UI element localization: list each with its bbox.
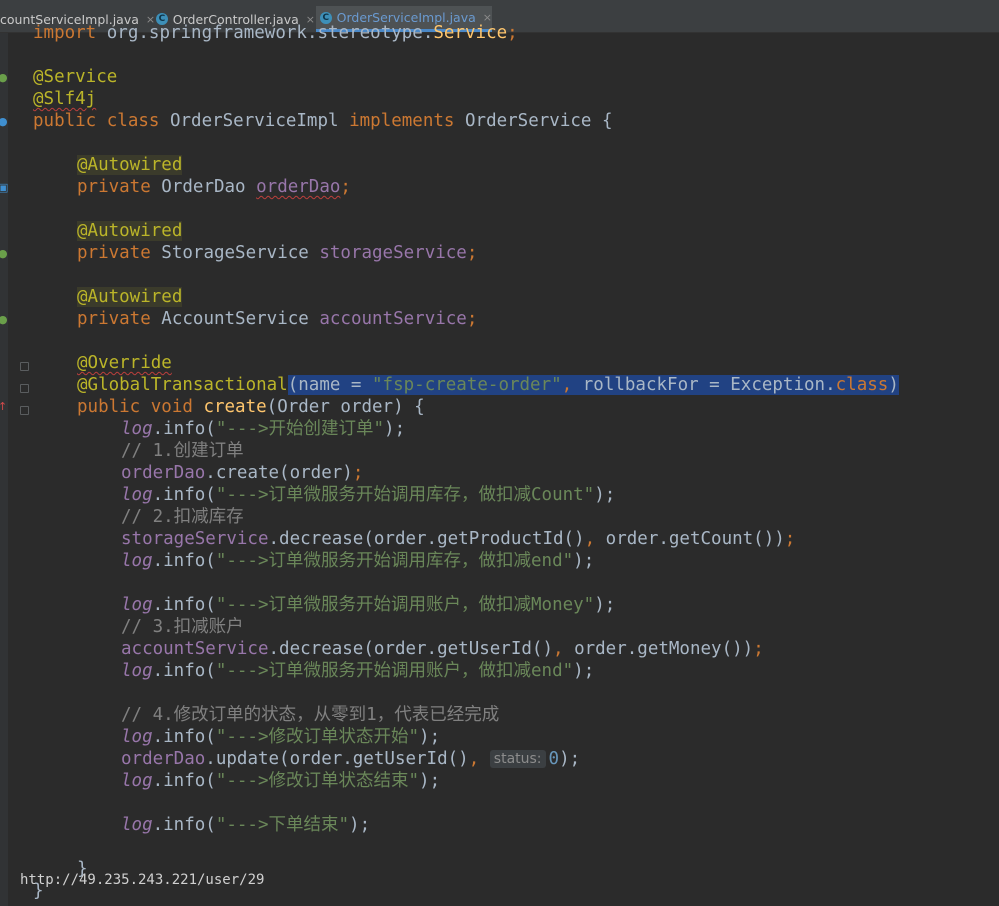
code-line: @Autowired — [77, 287, 183, 307]
code-line: log.info("--->订单微服务开始调用库存，做扣减Count"); — [121, 485, 616, 505]
code-line: private OrderDao orderDao; — [77, 177, 351, 197]
code-line: @Slf4j — [33, 89, 97, 109]
code-line: import org.springframework.stereotype.Se… — [33, 23, 518, 43]
code-line: log.info("--->开始创建订单"); — [121, 419, 406, 439]
fold-marker-icon[interactable] — [20, 406, 29, 415]
code-line-selected: @GlobalTransactional(name = "fsp-create-… — [77, 375, 899, 395]
parameter-hint: status: — [489, 750, 546, 768]
code-line: @Autowired — [77, 155, 183, 175]
code-line: orderDao.create(order); — [121, 463, 364, 483]
code-line: log.info("--->修改订单状态结束"); — [121, 771, 441, 791]
code-comment: // 2.扣减库存 — [121, 507, 244, 527]
code-line: log.info("--->下单结束"); — [121, 815, 371, 835]
implemented-icon[interactable]: ● — [0, 116, 8, 128]
code-line: @Override — [77, 353, 172, 373]
code-line: log.info("--->订单微服务开始调用账户，做扣减Money"); — [121, 595, 616, 615]
code-comment: // 4.修改订单的状态，从零到1，代表已经完成 — [121, 705, 500, 725]
override-arrow-icon[interactable]: ↑ — [0, 401, 7, 413]
autowired-bean-icon[interactable]: ● — [0, 314, 8, 326]
code-line: accountService.decrease(order.getUserId(… — [121, 639, 764, 659]
code-line: log.info("--->订单微服务开始调用账户，做扣减end"); — [121, 661, 595, 681]
autowired-bean-icon[interactable]: ● — [0, 248, 8, 260]
code-line: private AccountService accountService; — [77, 309, 478, 329]
code-line: orderDao.update(order.getUserId(), statu… — [121, 749, 581, 769]
code-line: log.info("--->订单微服务开始调用库存，做扣减end"); — [121, 551, 595, 571]
code-line: public class OrderServiceImpl implements… — [33, 111, 613, 131]
code-line: storageService.decrease(order.getProduct… — [121, 529, 796, 549]
watermark-text: http://49.235.243.221/user/29 — [20, 872, 265, 888]
code-line: @Service — [33, 67, 118, 87]
code-comment: // 3.扣减账户 — [121, 617, 244, 637]
gutter — [0, 33, 8, 906]
spring-bean-icon[interactable]: ● — [0, 72, 8, 84]
code-line: public void create(Order order) { — [77, 397, 425, 417]
fold-marker-icon[interactable] — [20, 362, 29, 371]
code-comment: // 1.创建订单 — [121, 441, 244, 461]
fold-marker-icon[interactable] — [20, 384, 29, 393]
autowired-dao-icon[interactable]: ▣ — [0, 182, 8, 194]
code-line: @Autowired — [77, 221, 183, 241]
code-line: private StorageService storageService; — [77, 243, 478, 263]
code-line: log.info("--->修改订单状态开始"); — [121, 727, 441, 747]
